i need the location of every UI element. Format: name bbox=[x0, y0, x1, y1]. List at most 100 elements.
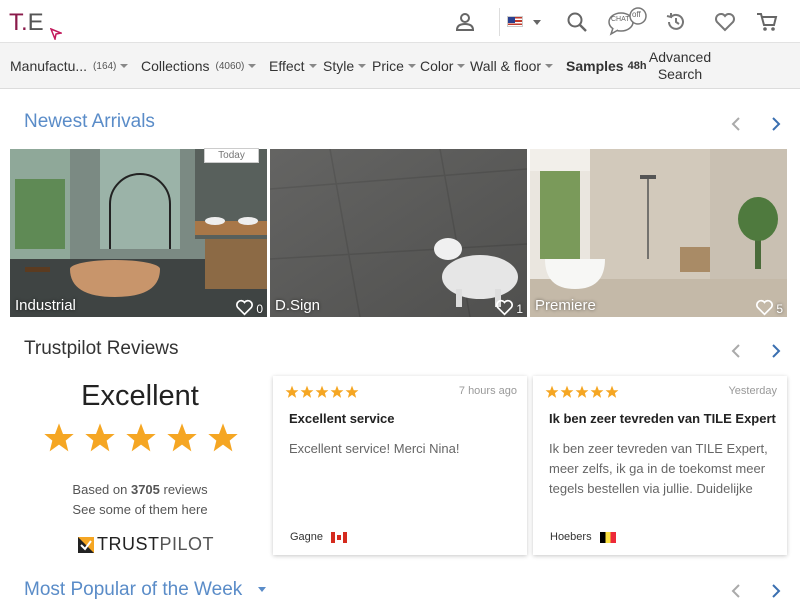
chevron-down-icon[interactable] bbox=[533, 20, 541, 25]
chevron-down-icon bbox=[248, 64, 257, 68]
tile-likes[interactable]: 5 bbox=[755, 299, 783, 316]
history-icon[interactable] bbox=[664, 10, 688, 34]
popular-next-arrow-icon[interactable] bbox=[768, 583, 784, 599]
tile-likes-count: 1 bbox=[516, 302, 523, 316]
nav-effect[interactable]: Effect bbox=[269, 43, 317, 89]
review-time: Yesterday bbox=[728, 385, 777, 397]
trustpilot-check-icon bbox=[78, 536, 94, 553]
heart-icon bbox=[756, 299, 774, 316]
flag-ca-icon bbox=[331, 531, 348, 543]
based-on-suffix: reviews bbox=[159, 482, 208, 497]
nav-style-label: Style bbox=[323, 58, 355, 74]
nav-wall-floor[interactable]: Wall & floor bbox=[470, 43, 554, 89]
chevron-down-icon bbox=[120, 64, 129, 68]
nav-manufacturers-label: Manufactu... bbox=[10, 58, 88, 74]
based-on-prefix: Based on bbox=[72, 482, 131, 497]
nav-samples[interactable]: Samples 48h bbox=[566, 43, 647, 89]
chevron-down-icon bbox=[257, 587, 266, 593]
trustpilot-logo[interactable]: TRUST PILOT bbox=[78, 534, 214, 555]
trustpilot-summary: Based on 3705 reviews See some of them h… bbox=[0, 480, 280, 520]
star-icon bbox=[605, 385, 619, 398]
heart-icon[interactable] bbox=[713, 10, 737, 34]
flag-us-icon[interactable] bbox=[507, 16, 523, 27]
nav-color-label: Color bbox=[420, 58, 454, 74]
nav-color[interactable]: Color bbox=[420, 43, 466, 89]
newest-prev-arrow-icon[interactable] bbox=[728, 116, 744, 132]
newest-next-arrow-icon[interactable] bbox=[768, 116, 784, 132]
nav-collections[interactable]: Collections (4060) bbox=[141, 43, 257, 89]
filter-nav-bar: Manufactu... (164) Collections (4060) Ef… bbox=[0, 43, 800, 89]
star-icon bbox=[300, 385, 314, 398]
chevron-down-icon bbox=[457, 64, 466, 68]
collection-tile-premiere[interactable]: Premiere 5 bbox=[530, 149, 787, 317]
cart-icon[interactable] bbox=[755, 10, 779, 34]
review-body: Excellent service! Merci Nina! bbox=[289, 441, 460, 456]
star-icon bbox=[126, 423, 156, 452]
review-title: Excellent service bbox=[289, 411, 395, 426]
logo-letter-t: T bbox=[9, 9, 21, 36]
nav-wall-floor-label: Wall & floor bbox=[470, 58, 542, 74]
star-icon bbox=[345, 385, 359, 398]
tile-image-industrial bbox=[10, 149, 267, 317]
trustpilot-brand-part1: TRUST bbox=[97, 534, 160, 554]
star-icon bbox=[575, 385, 589, 398]
nav-advanced-search[interactable]: Advanced Search bbox=[646, 43, 714, 89]
nav-price[interactable]: Price bbox=[372, 43, 416, 89]
nav-collections-label: Collections bbox=[141, 58, 210, 74]
search-icon[interactable] bbox=[565, 10, 589, 34]
review-count: 3705 bbox=[130, 482, 160, 497]
tile-label: Premiere bbox=[535, 297, 596, 314]
reviews-prev-arrow-icon[interactable] bbox=[728, 343, 744, 359]
star-icon bbox=[545, 385, 559, 398]
review-author: Gagne bbox=[290, 531, 348, 543]
nav-manufacturers[interactable]: Manufactu... (164) bbox=[10, 43, 129, 89]
logo-dot: . bbox=[21, 9, 28, 36]
collection-tile-industrial[interactable]: Industrial 0 bbox=[10, 149, 267, 317]
site-logo[interactable]: T.E bbox=[9, 9, 44, 37]
trustpilot-brand-part2: PILOT bbox=[159, 534, 215, 554]
trustpilot-rating-stars bbox=[42, 422, 240, 454]
review-body: Ik ben zeer tevreden van TILE Expert, me… bbox=[549, 441, 768, 496]
nav-collections-count: (4060) bbox=[215, 60, 245, 72]
chevron-down-icon bbox=[358, 64, 367, 68]
reviews-next-arrow-icon[interactable] bbox=[768, 343, 784, 359]
review-card[interactable]: 7 hours ago Excellent service Excellent … bbox=[273, 376, 527, 555]
tile-likes-count: 5 bbox=[776, 302, 783, 316]
nav-samples-label: Samples bbox=[566, 58, 624, 74]
see-more-link[interactable]: See some of them here bbox=[0, 500, 280, 520]
popular-prev-arrow-icon[interactable] bbox=[728, 583, 744, 599]
most-popular-title[interactable]: Most Popular of the Week bbox=[24, 579, 266, 600]
nav-advanced-line2: Search bbox=[657, 66, 703, 82]
star-icon bbox=[330, 385, 344, 398]
nav-style[interactable]: Style bbox=[323, 43, 367, 89]
nav-samples-sub: 48h bbox=[627, 60, 647, 72]
tile-likes[interactable]: 1 bbox=[495, 299, 523, 316]
star-icon bbox=[285, 385, 299, 398]
chat-icon[interactable]: CHAT off bbox=[607, 7, 649, 37]
today-badge: Today bbox=[204, 148, 259, 163]
review-author-name: Gagne bbox=[290, 531, 324, 543]
most-popular-title-text: Most Popular of the Week bbox=[24, 579, 243, 600]
review-time: 7 hours ago bbox=[458, 385, 517, 397]
nav-effect-label: Effect bbox=[269, 58, 305, 74]
flag-be-icon bbox=[599, 531, 616, 543]
site-header: T.E CHAT off bbox=[0, 0, 800, 43]
newest-arrivals-title[interactable]: Newest Arrivals bbox=[24, 111, 155, 133]
nav-manufacturers-count: (164) bbox=[93, 60, 117, 72]
star-icon bbox=[560, 385, 574, 398]
tile-label: D.Sign bbox=[275, 297, 321, 314]
chat-label: CHAT bbox=[611, 16, 630, 23]
tile-likes-count: 0 bbox=[256, 302, 263, 316]
review-card[interactable]: Yesterday Ik ben zeer tevreden van TILE … bbox=[533, 376, 787, 555]
logo-letter-e: E bbox=[27, 9, 44, 36]
nav-advanced-line1: Advanced bbox=[648, 49, 712, 65]
logo-cursor-icon bbox=[50, 28, 62, 40]
review-author: Hoebers bbox=[550, 531, 616, 543]
review-author-name: Hoebers bbox=[550, 531, 592, 543]
review-stars bbox=[545, 385, 619, 399]
tile-likes[interactable]: 0 bbox=[235, 299, 263, 316]
star-icon bbox=[208, 423, 238, 452]
user-icon[interactable] bbox=[453, 10, 477, 34]
collection-tile-dsign[interactable]: D.Sign 1 bbox=[270, 149, 527, 317]
tile-image-dsign bbox=[270, 149, 527, 317]
